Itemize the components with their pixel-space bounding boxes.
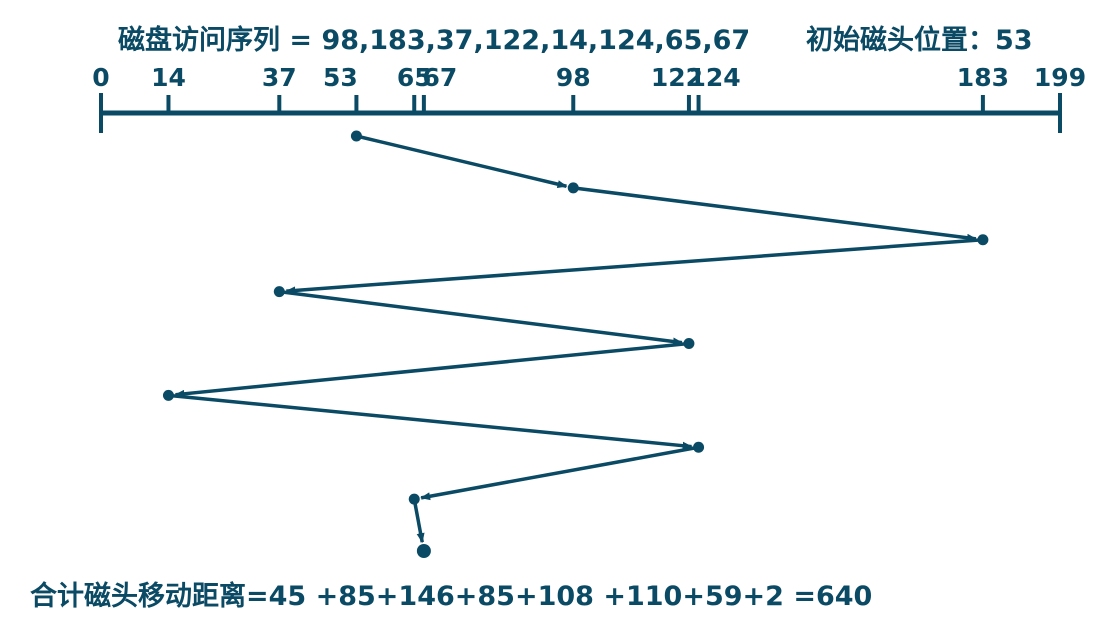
- head-positions: [162, 130, 989, 558]
- move-98-to-183: [573, 186, 977, 242]
- move-14-to-124: [168, 393, 693, 450]
- equals-sign-2: =: [783, 581, 816, 612]
- tick-label-53: 53: [323, 63, 358, 92]
- tick-label-14: 14: [151, 63, 186, 92]
- move-37-to-122: [279, 289, 683, 346]
- total-label: 合计磁头移动距离: [30, 581, 246, 612]
- move-122-to-14: [174, 341, 690, 398]
- head-position-124: [693, 441, 705, 453]
- disk-scheduling-diagram: 0 14 37 53 6567 98 122124 183 199: [92, 63, 1086, 558]
- total-expression: 45 +85+146+85+108 +110+59+2: [268, 581, 784, 612]
- tick-label-183: 183: [957, 63, 1009, 92]
- head-position-65: [408, 493, 420, 505]
- head-position-183: [977, 234, 989, 246]
- move-124-to-65: [420, 445, 699, 501]
- axis-tick-labels: 0 14 37 53 6567 98 122124 183 199: [92, 63, 1086, 92]
- tick-label-98: 98: [556, 63, 591, 92]
- head-position-37: [273, 286, 285, 298]
- tick-label-124: 124: [688, 63, 740, 92]
- move-183-to-37: [285, 238, 984, 295]
- head-position-53: [350, 130, 362, 142]
- tick-label-0: 0: [92, 63, 109, 92]
- head-position-98: [567, 182, 579, 194]
- tick-label-37: 37: [262, 63, 297, 92]
- equals-sign-1: =: [246, 581, 269, 612]
- head-position-14: [162, 389, 174, 401]
- move-65-to-67: [412, 498, 425, 544]
- total-value: 640: [815, 581, 873, 612]
- head-position-67: [416, 544, 431, 558]
- head-position-122: [683, 338, 695, 349]
- move-53-to-98: [356, 134, 568, 189]
- tick-label-67: 67: [422, 63, 457, 92]
- head-movements: [168, 134, 984, 544]
- total-distance: 合计磁头移动距离=45 +85+146+85+108 +110+59+2 =64…: [30, 574, 872, 613]
- tick-label-199: 199: [1034, 63, 1086, 92]
